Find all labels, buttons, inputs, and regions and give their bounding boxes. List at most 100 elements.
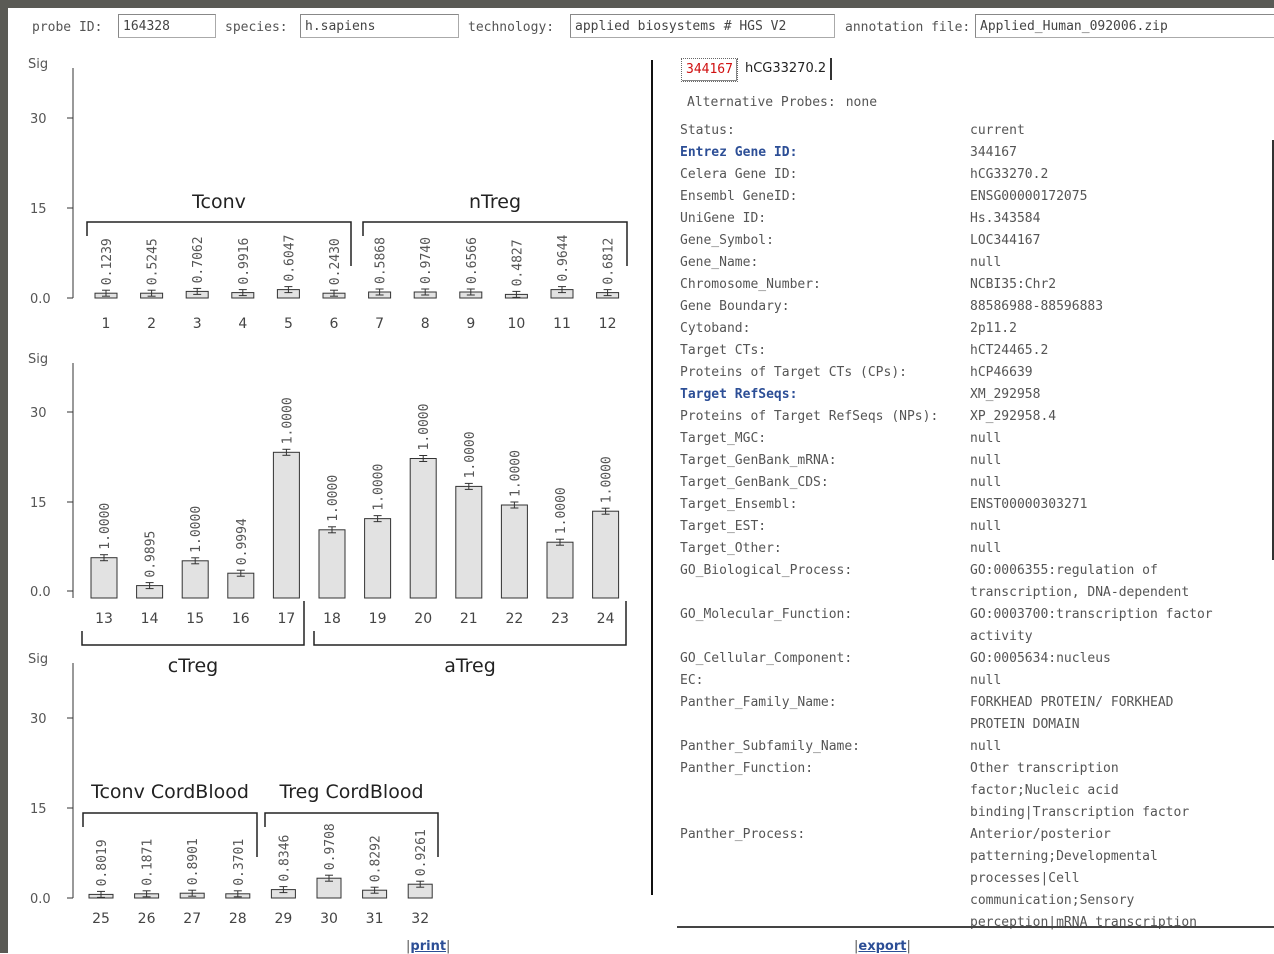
attr-key: Target_EST: [680, 519, 767, 534]
expression-charts: Sig 30 15 0.0 0.1239 1 0.5245 2 0.7062 3 0.9916 4 0.… [28, 57, 628, 927]
attr-key: Target_Other: [680, 541, 782, 556]
panel-bottom-rule [677, 926, 1274, 928]
value-label: 0.9740 [419, 237, 434, 284]
group-bracket [86, 221, 352, 266]
category-label: 30 [320, 911, 338, 927]
attr-row-go-cellular-component: GO_Cellular_Component: GO:0005634:nucleus [680, 648, 1260, 670]
y-tick-label: 0.0 [30, 585, 51, 600]
attr-value: hCP46639 [970, 365, 1033, 380]
value-label: 0.6812 [602, 238, 617, 285]
attr-value: GO:0005634:nucleus [970, 651, 1111, 666]
attr-value: GO:0003700:transcription factor activity [970, 607, 1213, 644]
y-tick-label: 0.0 [30, 292, 51, 307]
attr-value: Hs.343584 [970, 211, 1041, 226]
attr-row-go-molecular-function: GO_Molecular_Function: GO:0003700:transcr… [680, 604, 1260, 648]
group-label: Tconv [191, 191, 246, 213]
tab-entrez-id[interactable]: 344167 [681, 58, 738, 82]
category-label: 21 [460, 611, 478, 627]
attr-row-target-est: Target_EST: null [680, 516, 1260, 538]
attr-key: EC: [680, 673, 704, 688]
attr-value: null [970, 541, 1002, 556]
window-frame-left [0, 0, 8, 953]
value-label: 0.9644 [556, 234, 571, 281]
attr-key[interactable]: Target RefSeqs: [680, 384, 968, 406]
category-label: 32 [411, 911, 429, 927]
category-label: 7 [375, 316, 384, 332]
value-label: 1.0000 [326, 475, 341, 522]
value-label: 0.6047 [282, 235, 297, 282]
attr-key: Panther_Subfamily_Name: [680, 739, 861, 754]
attr-key: Proteins of Target CTs (CPs): [680, 365, 907, 380]
value-label: 0.8292 [369, 835, 384, 882]
value-label: 0.9916 [237, 238, 252, 285]
export-link-label: export [858, 939, 907, 954]
attr-value: XP_292958.4 [970, 409, 1057, 424]
attr-key: Panther_Function: [680, 761, 814, 776]
annotation-file-field[interactable] [975, 14, 1274, 38]
group-label: Treg CordBlood [278, 781, 423, 803]
attr-row-proteins-of-target-refseqs-nps: Proteins of Target RefSeqs (NPs): XP_2929… [680, 406, 1260, 428]
probe-id-field[interactable] [118, 14, 216, 38]
tab-celera-id[interactable]: hCG33270.2 [741, 58, 833, 80]
species-field[interactable] [300, 14, 459, 38]
category-label: 2 [147, 316, 156, 332]
value-label: 0.3701 [232, 839, 247, 886]
value-label: 1.0000 [508, 450, 523, 497]
category-label: 23 [551, 611, 569, 627]
category-label: 18 [323, 611, 341, 627]
value-label: 0.9895 [144, 531, 159, 578]
bar [181, 560, 209, 599]
value-label: 0.6566 [465, 237, 480, 284]
attr-row-panther-subfamily-name: Panther_Subfamily_Name: null [680, 736, 1260, 758]
technology-field[interactable] [570, 14, 835, 38]
attr-value: 88586988-88596883 [970, 299, 1104, 314]
attr-row-panther-function: Panther_Function: Other transcription fac… [680, 758, 1260, 824]
category-label: 31 [366, 911, 384, 927]
probe-info-bar: probe ID: species: technology: annotatio… [8, 8, 1274, 48]
attr-key: Target CTs: [680, 343, 767, 358]
attr-key: Cytoband: [680, 321, 751, 336]
group-label: cTreg [168, 655, 218, 677]
category-label: 6 [330, 316, 339, 332]
attr-key: GO_Cellular_Component: [680, 651, 853, 666]
attr-value: ENST00000303271 [970, 497, 1088, 512]
alternative-probes: Alternative Probes: none [687, 95, 877, 110]
window-frame-top [0, 0, 1274, 8]
alternative-probes-label: Alternative Probes: [687, 95, 836, 110]
attr-key: UniGene ID: [680, 211, 767, 226]
category-label: 14 [141, 611, 159, 627]
print-link[interactable]: print [406, 939, 450, 954]
category-label: 19 [369, 611, 387, 627]
attr-row-ensembl-geneid: Ensembl GeneID: ENSG00000172075 [680, 186, 1260, 208]
y-tick-label: 15 [30, 802, 47, 817]
y-axis-title: Sig [28, 352, 48, 367]
value-label: 0.5245 [146, 238, 161, 285]
value-label: 1.0000 [554, 487, 569, 534]
group-label: nTreg [469, 191, 521, 213]
value-label: 1.0000 [372, 464, 387, 511]
value-label: 1.0000 [463, 431, 478, 478]
probe-id-label: probe ID: [32, 20, 103, 35]
value-label: 0.4827 [510, 239, 525, 286]
category-label: 20 [414, 611, 432, 627]
attr-value: hCT24465.2 [970, 343, 1049, 358]
attr-row-target-genbank-cds: Target_GenBank_CDS: null [680, 472, 1260, 494]
print-link-label: print [410, 939, 447, 954]
category-label: 15 [186, 611, 204, 627]
y-tick-label: 0.0 [30, 892, 51, 907]
attr-row-panther-process: Panther_Process: Anterior/posterior patte… [680, 824, 1260, 934]
attr-row-entrez-gene-id: Entrez Gene ID: 344167 [680, 142, 1260, 164]
y-tick-label: 15 [30, 202, 47, 217]
export-link[interactable]: export [854, 939, 911, 954]
value-label: 0.8346 [277, 835, 292, 882]
bar [318, 529, 346, 599]
value-label: 1.0000 [98, 503, 113, 550]
y-tick-label: 30 [30, 112, 47, 127]
attr-key[interactable]: Entrez Gene ID: [680, 142, 968, 164]
group-label: aTreg [444, 655, 496, 677]
attr-row-target-mgc: Target_MGC: null [680, 428, 1260, 450]
technology-label: technology: [468, 20, 555, 35]
category-label: 4 [238, 316, 247, 332]
bar [546, 541, 574, 599]
attr-value: hCG33270.2 [970, 167, 1049, 182]
